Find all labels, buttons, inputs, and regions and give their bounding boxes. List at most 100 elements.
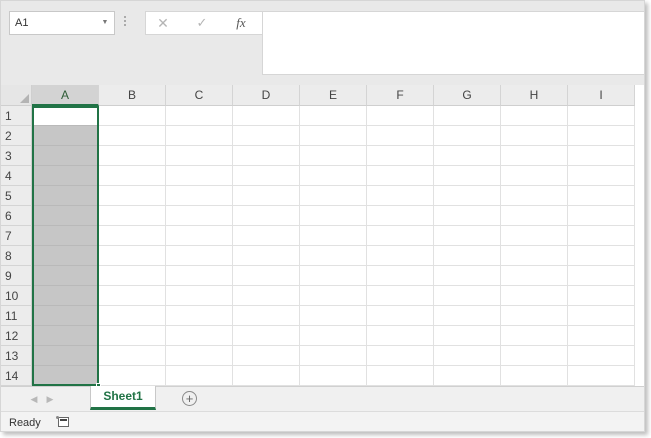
cell-d7[interactable] bbox=[233, 226, 300, 246]
cell-d9[interactable] bbox=[233, 266, 300, 286]
row-header-6[interactable]: 6 bbox=[1, 206, 32, 226]
cell-e9[interactable] bbox=[300, 266, 367, 286]
cell-i14[interactable] bbox=[568, 366, 635, 386]
cell-d14[interactable] bbox=[233, 366, 300, 386]
name-box[interactable]: A1 ▼ bbox=[9, 11, 115, 35]
cell-c13[interactable] bbox=[166, 346, 233, 366]
cell-c6[interactable] bbox=[166, 206, 233, 226]
cell-d1[interactable] bbox=[233, 106, 300, 126]
cell-f7[interactable] bbox=[367, 226, 434, 246]
cell-a12[interactable] bbox=[32, 326, 99, 346]
cell-i2[interactable] bbox=[568, 126, 635, 146]
cell-b1[interactable] bbox=[99, 106, 166, 126]
cell-h14[interactable] bbox=[501, 366, 568, 386]
cell-f6[interactable] bbox=[367, 206, 434, 226]
cell-d4[interactable] bbox=[233, 166, 300, 186]
cell-g8[interactable] bbox=[434, 246, 501, 266]
cell-c5[interactable] bbox=[166, 186, 233, 206]
cell-f12[interactable] bbox=[367, 326, 434, 346]
spreadsheet-grid[interactable]: A B C D E F G H I 1 2 3 4 5 6 7 8 9 10 11 12 13 14 bbox=[1, 85, 644, 386]
cell-g3[interactable] bbox=[434, 146, 501, 166]
cell-h12[interactable] bbox=[501, 326, 568, 346]
insert-function-icon[interactable]: fx bbox=[229, 14, 253, 32]
cell-a13[interactable] bbox=[32, 346, 99, 366]
cell-i10[interactable] bbox=[568, 286, 635, 306]
cell-h4[interactable] bbox=[501, 166, 568, 186]
cell-i1[interactable] bbox=[568, 106, 635, 126]
cell-d10[interactable] bbox=[233, 286, 300, 306]
cell-h2[interactable] bbox=[501, 126, 568, 146]
macro-record-icon[interactable] bbox=[56, 416, 69, 427]
column-header-d[interactable]: D bbox=[233, 85, 300, 106]
cell-f9[interactable] bbox=[367, 266, 434, 286]
cell-h8[interactable] bbox=[501, 246, 568, 266]
column-header-c[interactable]: C bbox=[166, 85, 233, 106]
cell-b11[interactable] bbox=[99, 306, 166, 326]
cell-c10[interactable] bbox=[166, 286, 233, 306]
cell-d13[interactable] bbox=[233, 346, 300, 366]
cell-g9[interactable] bbox=[434, 266, 501, 286]
cell-i4[interactable] bbox=[568, 166, 635, 186]
cell-f4[interactable] bbox=[367, 166, 434, 186]
cell-c9[interactable] bbox=[166, 266, 233, 286]
row-header-3[interactable]: 3 bbox=[1, 146, 32, 166]
cell-b8[interactable] bbox=[99, 246, 166, 266]
row-header-4[interactable]: 4 bbox=[1, 166, 32, 186]
cell-b2[interactable] bbox=[99, 126, 166, 146]
cell-d2[interactable] bbox=[233, 126, 300, 146]
cell-g11[interactable] bbox=[434, 306, 501, 326]
cell-d8[interactable] bbox=[233, 246, 300, 266]
cell-e8[interactable] bbox=[300, 246, 367, 266]
cell-a14[interactable] bbox=[32, 366, 99, 386]
cell-b4[interactable] bbox=[99, 166, 166, 186]
cell-e11[interactable] bbox=[300, 306, 367, 326]
cell-g2[interactable] bbox=[434, 126, 501, 146]
new-sheet-icon[interactable]: + bbox=[182, 391, 197, 406]
cell-a4[interactable] bbox=[32, 166, 99, 186]
enter-icon[interactable]: ✓ bbox=[190, 14, 214, 32]
cell-c12[interactable] bbox=[166, 326, 233, 346]
cell-e3[interactable] bbox=[300, 146, 367, 166]
cell-g7[interactable] bbox=[434, 226, 501, 246]
cell-b9[interactable] bbox=[99, 266, 166, 286]
cell-e7[interactable] bbox=[300, 226, 367, 246]
cell-a2[interactable] bbox=[32, 126, 99, 146]
row-header-11[interactable]: 11 bbox=[1, 306, 32, 326]
cancel-icon[interactable]: ✕ bbox=[151, 14, 175, 32]
cell-c3[interactable] bbox=[166, 146, 233, 166]
cell-h10[interactable] bbox=[501, 286, 568, 306]
cell-a6[interactable] bbox=[32, 206, 99, 226]
cell-i8[interactable] bbox=[568, 246, 635, 266]
cell-g6[interactable] bbox=[434, 206, 501, 226]
row-header-10[interactable]: 10 bbox=[1, 286, 32, 306]
select-all-button[interactable] bbox=[1, 85, 32, 106]
column-header-a[interactable]: A bbox=[32, 85, 99, 106]
cell-c11[interactable] bbox=[166, 306, 233, 326]
cell-h3[interactable] bbox=[501, 146, 568, 166]
row-header-9[interactable]: 9 bbox=[1, 266, 32, 286]
cell-h9[interactable] bbox=[501, 266, 568, 286]
column-header-e[interactable]: E bbox=[300, 85, 367, 106]
previous-sheet-icon[interactable]: ◀ bbox=[28, 392, 40, 406]
cell-e13[interactable] bbox=[300, 346, 367, 366]
cell-e12[interactable] bbox=[300, 326, 367, 346]
cell-h5[interactable] bbox=[501, 186, 568, 206]
cell-f13[interactable] bbox=[367, 346, 434, 366]
cell-c4[interactable] bbox=[166, 166, 233, 186]
row-header-14[interactable]: 14 bbox=[1, 366, 32, 386]
cell-c8[interactable] bbox=[166, 246, 233, 266]
cell-d6[interactable] bbox=[233, 206, 300, 226]
chevron-down-icon[interactable]: ▼ bbox=[101, 18, 109, 28]
cell-h11[interactable] bbox=[501, 306, 568, 326]
cell-g4[interactable] bbox=[434, 166, 501, 186]
cell-c7[interactable] bbox=[166, 226, 233, 246]
cell-e6[interactable] bbox=[300, 206, 367, 226]
formula-input[interactable] bbox=[262, 11, 644, 75]
column-header-g[interactable]: G bbox=[434, 85, 501, 106]
cell-b6[interactable] bbox=[99, 206, 166, 226]
cell-a1[interactable] bbox=[32, 106, 99, 126]
cell-g12[interactable] bbox=[434, 326, 501, 346]
cell-b3[interactable] bbox=[99, 146, 166, 166]
cell-d11[interactable] bbox=[233, 306, 300, 326]
column-header-h[interactable]: H bbox=[501, 85, 568, 106]
